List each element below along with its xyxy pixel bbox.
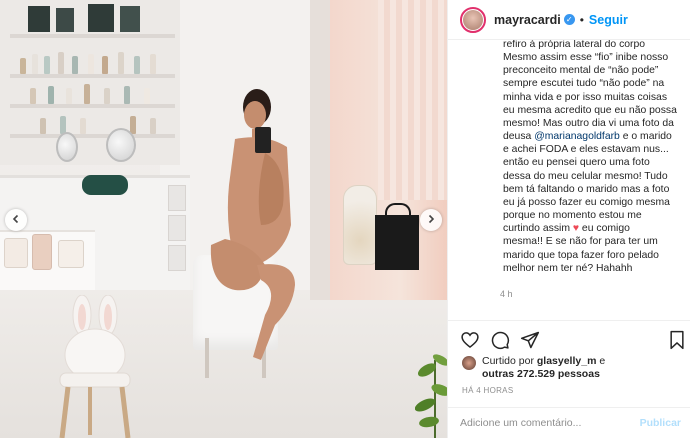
product-box <box>56 8 74 32</box>
previous-photo-button[interactable] <box>5 209 27 231</box>
likes-prefix: Curtido por <box>482 355 537 367</box>
caption-fragment: curtindo assim <box>503 223 573 235</box>
caption-fragment: deusa <box>503 131 535 143</box>
bottle <box>150 54 156 74</box>
vase <box>32 234 52 270</box>
shelf-unit <box>0 0 180 165</box>
actions-divider <box>448 320 690 321</box>
bottle <box>124 86 130 104</box>
bottle <box>134 56 140 74</box>
caption-line: bem tá faltando o marido mas a foto <box>503 183 670 195</box>
vanity-mirror <box>106 128 136 162</box>
caption-line: dessa do meu celular mesmo! Tudo <box>503 170 668 182</box>
decor-vase <box>343 185 377 265</box>
separator-dot: • <box>579 12 584 27</box>
caption-line: deusa @marianagoldfarb e o marido <box>503 130 683 143</box>
caption-scroll-area[interactable]: refiro à própria lateral do corpo Mesmo … <box>448 40 690 288</box>
verified-badge-icon: ✓ <box>563 14 575 25</box>
avatar[interactable] <box>460 6 486 33</box>
comment-input[interactable] <box>460 417 640 429</box>
likes-connector: e <box>596 355 606 367</box>
bottle <box>150 118 156 134</box>
bottle <box>58 52 64 74</box>
vanity-mirror <box>56 132 78 162</box>
bottle <box>20 58 26 74</box>
bottle <box>72 56 78 74</box>
shelf <box>10 134 175 138</box>
bottle <box>40 118 46 134</box>
caption-line: eu mesma acredito que eu não possa <box>503 104 677 116</box>
likes-count-link[interactable]: outras 272.529 pessoas <box>482 368 600 380</box>
candle-jar <box>58 240 84 268</box>
bottle <box>84 84 90 104</box>
caption-line: mesmo! Mas outro dia vi uma foto da <box>503 117 674 129</box>
bottle <box>32 54 38 74</box>
bottle <box>80 118 86 134</box>
heart-outline-icon[interactable] <box>460 330 480 350</box>
bottle <box>44 56 50 74</box>
mention-link[interactable]: @marianagoldfarb <box>534 131 620 142</box>
bottle <box>66 88 72 104</box>
caption-line: melhor nem ter né? Hahahh <box>503 262 633 274</box>
caption-line: porque no momento estou me <box>503 210 642 222</box>
caption-line: refiro à própria lateral do corpo <box>503 40 646 50</box>
caption-line: eu já posso fazer eu comigo mesma <box>503 196 670 208</box>
drawer <box>168 185 186 211</box>
caption-line: preconceito mental de “não pode” <box>503 65 659 77</box>
caption-fragment: eu comigo <box>579 223 630 235</box>
paper-plane-icon[interactable] <box>520 330 540 350</box>
drawer <box>168 245 186 271</box>
plant <box>414 300 447 438</box>
shelf <box>10 74 175 78</box>
bookmark-icon[interactable] <box>668 330 688 350</box>
candle-jar <box>4 238 28 268</box>
caption-line: e achei FODA e eles estavam nus... <box>503 144 669 156</box>
bottle <box>88 54 94 74</box>
caption-time[interactable]: 4 h <box>500 289 513 299</box>
shelf <box>10 104 175 108</box>
person-figure <box>210 89 295 360</box>
caption-line: sempre escutei tudo “não pode” na <box>503 78 665 90</box>
product-box <box>120 6 140 32</box>
wall-panel <box>310 0 332 300</box>
caption-line: Mesmo assim esse “fio” inibe nosso <box>503 52 669 64</box>
caption-fragment: e o marido <box>619 131 672 143</box>
caption-text: refiro à própria lateral do corpo Mesmo … <box>503 40 683 275</box>
likes-summary[interactable]: Curtido por glasyelly_m e outras 272.529… <box>462 355 605 381</box>
drawer <box>168 215 186 241</box>
shelf <box>10 34 175 38</box>
bottle <box>104 88 110 104</box>
chevron-right-icon <box>426 211 436 229</box>
product-box <box>28 6 50 32</box>
chevron-left-icon <box>11 211 21 229</box>
caption-line: então eu pensei quero uma foto <box>503 157 650 169</box>
bottle <box>48 86 54 104</box>
username-link[interactable]: mayracardi <box>494 13 561 27</box>
follow-button[interactable]: Seguir <box>589 13 628 27</box>
comment-bubble-icon[interactable] <box>490 330 510 350</box>
publish-button[interactable]: Publicar <box>640 417 690 429</box>
post-photo[interactable] <box>0 0 447 438</box>
bunny-chair <box>59 295 131 438</box>
bottle <box>102 56 108 74</box>
curtain <box>378 0 447 200</box>
shopping-bag <box>375 203 419 270</box>
speaker <box>82 175 128 195</box>
bottle <box>118 52 124 74</box>
bottle <box>144 88 150 104</box>
caption-line: minha vida e por isso muitas coisas <box>503 91 668 103</box>
liker-username-link[interactable]: glasyelly_m <box>537 355 597 367</box>
bottle <box>30 88 36 104</box>
posted-time[interactable]: HÁ 4 HORAS <box>462 386 513 395</box>
likes-text: Curtido por glasyelly_m e outras 272.529… <box>482 355 605 381</box>
product-box <box>88 4 114 32</box>
next-photo-button[interactable] <box>420 209 442 231</box>
caption-line: mesma!! E se não for para ter um <box>503 236 658 248</box>
comment-bar: Publicar <box>448 407 690 438</box>
post-header: mayracardi ✓ • Seguir <box>448 0 690 40</box>
caption-line: curtindo assim ♥ eu comigo <box>503 222 683 235</box>
liker-avatar[interactable] <box>462 356 476 370</box>
post-side-panel: mayracardi ✓ • Seguir refiro à própria l… <box>447 0 690 438</box>
caption-line: marido que topa fazer foro pelado <box>503 249 659 261</box>
